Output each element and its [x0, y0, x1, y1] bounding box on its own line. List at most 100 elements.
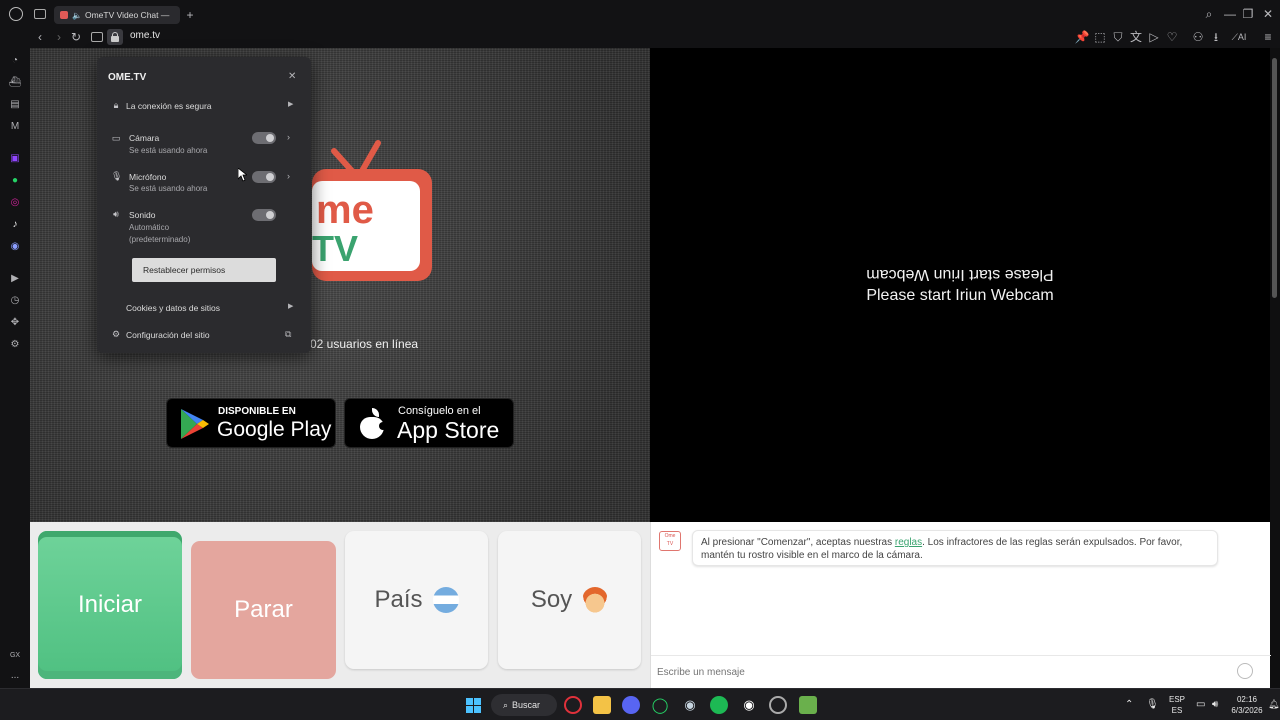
more-icon[interactable]: ... [8, 668, 22, 682]
avatar-line2: TV [666, 541, 674, 547]
chevron-right-icon[interactable]: › [287, 132, 290, 142]
language-indicator[interactable]: ESP ES [1166, 694, 1188, 716]
whatsapp-taskbar-icon[interactable]: ◯ [651, 696, 669, 714]
app-store-button[interactable]: Consíguelo en el App Store [344, 398, 514, 448]
gx-label[interactable]: GX [8, 648, 22, 662]
notifications-icon[interactable]: 🔔︎ [1268, 699, 1279, 710]
forward-icon[interactable]: › [52, 30, 66, 44]
opera-logo-icon[interactable] [9, 7, 23, 21]
cookies-label: Cookies y datos de sitios [126, 303, 221, 313]
camera-indicator-icon[interactable] [91, 32, 103, 42]
instagram-icon[interactable]: ◎ [8, 195, 22, 209]
android-app-icon[interactable] [799, 696, 817, 714]
network-icon[interactable]: ▭ [1196, 699, 1205, 710]
tab-bar: 🔈 OmeTV Video Chat — + ⌕ — ❐ ✕ [0, 0, 1280, 28]
history-icon[interactable]: ◷ [8, 293, 22, 307]
app-store-small: Consíguelo en el [398, 405, 481, 417]
open-external-icon: ⧉ [285, 329, 292, 339]
discord-taskbar-icon[interactable] [622, 696, 640, 714]
discord-icon[interactable]: ◉ [8, 239, 22, 253]
settings-icon[interactable]: ⚙ [8, 337, 22, 351]
sound-status: Automático [129, 223, 170, 232]
reset-permissions-button[interactable]: Restablecer permisos [132, 258, 276, 282]
popup-close-icon[interactable]: ✕ [288, 71, 296, 82]
self-video-area: Please start Iriun Webcam Please start I… [650, 48, 1270, 522]
sound-status-default: (predeterminado) [129, 235, 191, 244]
mic-label: Micrófono [129, 172, 167, 182]
start-button[interactable]: Iniciar [38, 531, 182, 679]
gear-icon: ⚙ [111, 329, 121, 339]
volume-icon[interactable]: 🔊︎ [1212, 699, 1218, 710]
workspaces-icon[interactable] [34, 9, 46, 19]
speaker-icon: 🔊︎ [113, 209, 119, 219]
popup-site-name: OME.TV [108, 72, 147, 83]
chevron-right-icon[interactable]: › [287, 171, 290, 181]
gx-corner-icon[interactable]: ⛴ [8, 75, 22, 89]
mic-toggle[interactable] [252, 171, 276, 183]
rules-link[interactable]: reglas [895, 537, 922, 548]
chrome-icon[interactable] [769, 696, 787, 714]
whatsapp-icon[interactable]: ● [8, 173, 22, 187]
lang-line2: ES [1171, 706, 1183, 715]
search-icon: ⌕ [503, 699, 509, 710]
camera-toggle[interactable] [252, 132, 276, 144]
message-input[interactable] [657, 662, 1227, 682]
snapshot-icon[interactable]: ⬚ [1094, 31, 1106, 43]
site-info-button[interactable] [107, 29, 123, 45]
emoji-icon[interactable] [1237, 663, 1253, 679]
reload-icon[interactable]: ↻ [69, 30, 83, 44]
sound-label: Sonido [129, 210, 156, 220]
profile-icon[interactable]: ⚇ [1192, 31, 1204, 43]
google-play-button[interactable]: DISPONIBLE EN Google Play [166, 398, 336, 448]
google-play-big: Google Play [217, 418, 332, 441]
shield-icon[interactable]: ⛉ [1112, 31, 1124, 43]
music-icon[interactable]: M [8, 119, 22, 133]
users-online-count: 02 usuarios en línea [310, 337, 419, 351]
ai-icon[interactable]: ⟋AI [1228, 31, 1250, 43]
download-icon[interactable]: ⭳ [1210, 31, 1222, 43]
app-store-big: App Store [397, 417, 500, 443]
pin-icon[interactable]: 📌 [1075, 31, 1090, 43]
gender-button[interactable]: Soy [498, 531, 641, 669]
heart-icon[interactable]: ♡ [1166, 31, 1178, 43]
twitch-icon[interactable]: ▣ [8, 151, 22, 165]
steam-icon[interactable]: ◉ [681, 696, 699, 714]
opera-gx-taskbar-icon[interactable] [564, 696, 582, 714]
minimize-icon[interactable]: — [1224, 8, 1236, 20]
spotify-icon[interactable] [710, 696, 728, 714]
tray-mic-icon[interactable]: 🎙︎ [1146, 699, 1159, 710]
tray-chevron-icon[interactable]: ⌃ [1125, 699, 1133, 710]
scrollbar-thumb[interactable] [1272, 58, 1277, 298]
windows-start-icon[interactable] [464, 696, 482, 714]
page-scrollbar[interactable] [1270, 48, 1280, 688]
notice-pre: Al presionar "Comenzar", aceptas nuestra… [701, 537, 895, 548]
google-play-icon [181, 409, 209, 439]
new-tab-button[interactable]: + [184, 9, 196, 21]
camera-label: Cámara [129, 133, 160, 143]
chat-controls: Iniciar Parar País Soy [30, 522, 650, 688]
translate-icon[interactable]: 文 [1130, 31, 1142, 43]
url-field[interactable]: ome.tv [130, 30, 160, 41]
camera-status: Se está usando ahora [129, 146, 208, 155]
menu-icon[interactable]: ≡ [1262, 31, 1274, 43]
close-window-icon[interactable]: ✕ [1262, 8, 1274, 20]
stop-button[interactable]: Parar [191, 541, 336, 679]
search-tabs-icon[interactable]: ⌕ [1203, 8, 1215, 20]
restore-icon[interactable]: ❐ [1242, 8, 1254, 20]
tab-ometv[interactable]: 🔈 OmeTV Video Chat — [54, 6, 180, 24]
tab-title: OmeTV Video Chat — [84, 10, 170, 20]
clock[interactable]: 02:16 6/3/2026 [1230, 694, 1264, 716]
file-explorer-icon[interactable] [593, 696, 611, 714]
country-button[interactable]: País [345, 531, 488, 669]
sound-toggle[interactable] [252, 209, 276, 221]
webcam-app-icon[interactable]: ◉ [740, 696, 758, 714]
play-icon[interactable]: ▷ [1148, 31, 1160, 43]
player-icon[interactable]: ▶ [8, 271, 22, 285]
taskbar-search[interactable]: ⌕ Buscar [491, 694, 557, 716]
speaker-icon[interactable]: 🔈 [72, 11, 82, 20]
tiktok-icon[interactable]: ♪ [8, 217, 22, 231]
news-icon[interactable]: ▤ [8, 97, 22, 111]
speed-dial-icon[interactable]: ◔ [8, 53, 22, 67]
extensions-icon[interactable]: ✥ [8, 315, 22, 329]
back-icon[interactable]: ‹ [33, 30, 47, 44]
